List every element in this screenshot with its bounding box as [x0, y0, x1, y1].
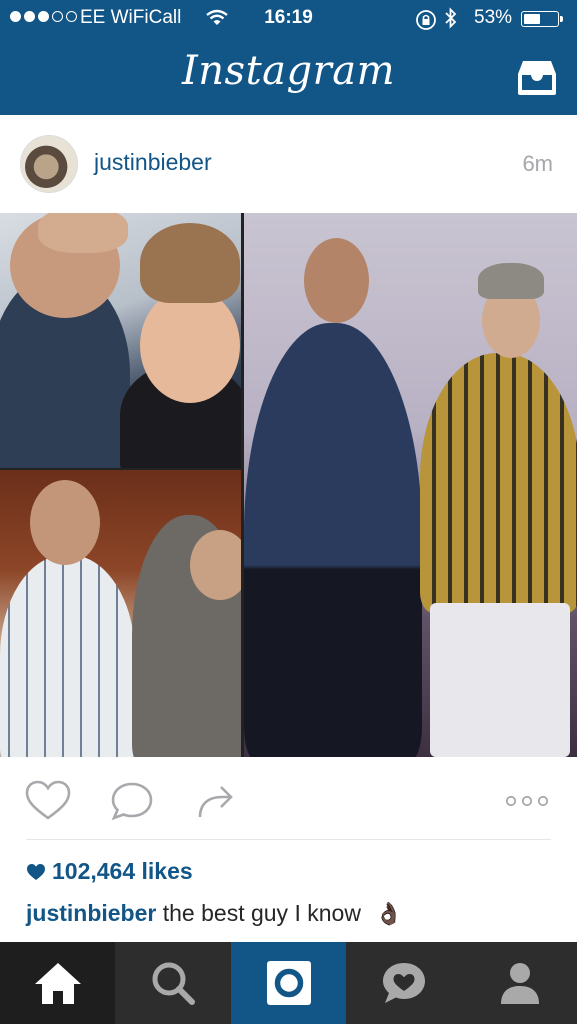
home-icon: [34, 963, 81, 1004]
tab-bar: [0, 942, 577, 1024]
like-heart-icon: [27, 863, 45, 880]
heart-icon[interactable]: [24, 779, 72, 823]
wifi-icon: [206, 9, 228, 33]
camera-icon: [266, 961, 311, 1005]
post-actions: [0, 757, 577, 839]
likes-count[interactable]: 102,464 likes: [26, 858, 193, 885]
tab-profile[interactable]: [462, 942, 577, 1024]
photo-bottom-left: [0, 470, 241, 757]
ok-hand-emoji: 👌🏿: [375, 901, 403, 926]
avatar[interactable]: [20, 135, 78, 193]
caption-text: the best guy I know: [162, 900, 361, 926]
post-header: justinbieber 6m: [0, 115, 577, 213]
rotation-lock-icon: [415, 9, 437, 37]
divider: [26, 839, 551, 840]
photo-top-left: [0, 213, 241, 468]
carrier-name: EE WiFiCall: [80, 7, 182, 28]
heart-bubble-icon: [382, 963, 425, 1003]
share-arrow-icon[interactable]: [192, 779, 240, 823]
tab-activity[interactable]: [346, 942, 461, 1024]
search-icon: [152, 962, 195, 1005]
inbox-tray-icon[interactable]: [514, 58, 560, 98]
tab-camera[interactable]: [231, 942, 346, 1024]
caption: justinbieber the best guy I know 👌🏿: [26, 900, 403, 927]
battery-icon: [521, 11, 563, 27]
comment-bubble-icon[interactable]: [108, 779, 156, 823]
likes-text: 102,464 likes: [52, 858, 193, 884]
caption-username[interactable]: justinbieber: [26, 900, 156, 926]
photo-right: [244, 213, 577, 757]
signal-strength-icon: [10, 11, 77, 22]
post-photo[interactable]: [0, 213, 577, 757]
battery-fill: [524, 14, 540, 24]
top-bar: EE WiFiCall 16:19 53% Instagram: [0, 0, 577, 115]
bluetooth-icon: [444, 7, 458, 35]
post-time: 6m: [522, 151, 553, 176]
tab-search[interactable]: [115, 942, 230, 1024]
battery-percent: 53%: [474, 7, 513, 28]
post-username[interactable]: justinbieber: [94, 149, 212, 176]
status-bar: EE WiFiCall 16:19 53%: [0, 0, 577, 38]
tab-home[interactable]: [0, 942, 115, 1024]
app-logo: Instagram: [181, 48, 395, 94]
profile-icon: [500, 963, 539, 1004]
more-dots-icon[interactable]: [502, 779, 552, 823]
